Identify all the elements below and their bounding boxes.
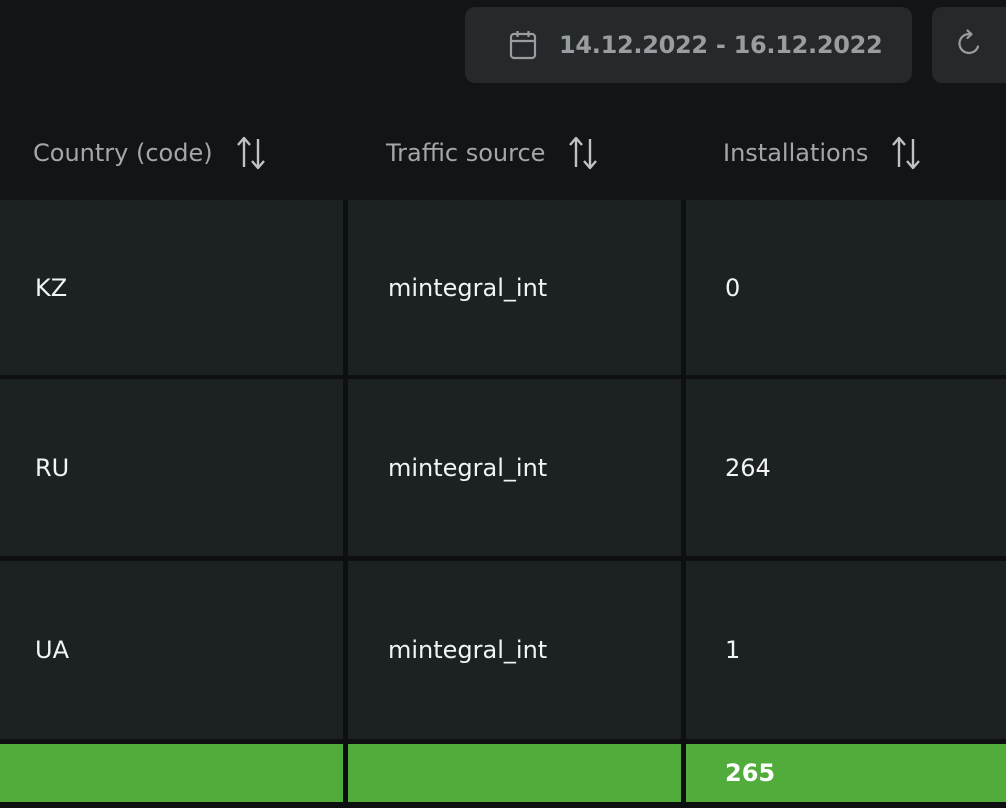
cell-traffic-source: mintegral_int bbox=[348, 561, 681, 739]
total-cell-country bbox=[0, 744, 343, 802]
cell-installations: 1 bbox=[686, 561, 1006, 739]
table-body: KZ mintegral_int 0 RU mintegral_int 264 … bbox=[0, 200, 1006, 808]
cell-country: UA bbox=[0, 561, 343, 739]
cell-country: KZ bbox=[0, 200, 343, 375]
total-installations: 265 bbox=[686, 744, 1006, 802]
cell-traffic-source: mintegral_int bbox=[348, 379, 681, 556]
toolbar: 14.12.2022 - 16.12.2022 bbox=[0, 0, 1006, 105]
sort-arrows-icon[interactable] bbox=[235, 135, 267, 171]
column-header-label: Traffic source bbox=[386, 138, 546, 167]
date-range-picker[interactable]: 14.12.2022 - 16.12.2022 bbox=[465, 7, 912, 83]
column-header-country[interactable]: Country (code) bbox=[33, 105, 267, 200]
cell-traffic-source: mintegral_int bbox=[348, 200, 681, 375]
refresh-button[interactable] bbox=[932, 7, 1006, 83]
cell-installations: 0 bbox=[686, 200, 1006, 375]
sort-arrows-icon[interactable] bbox=[890, 135, 922, 171]
column-header-label: Installations bbox=[723, 138, 869, 167]
table-header: Country (code) Traffic source Installati… bbox=[0, 105, 1006, 200]
calendar-icon bbox=[509, 30, 537, 60]
column-header-traffic-source[interactable]: Traffic source bbox=[386, 105, 599, 200]
sort-arrows-icon[interactable] bbox=[567, 135, 599, 171]
date-range-label: 14.12.2022 - 16.12.2022 bbox=[559, 31, 883, 59]
cell-installations: 264 bbox=[686, 379, 1006, 556]
column-header-installations[interactable]: Installations bbox=[723, 105, 922, 200]
total-cell-traffic-source bbox=[348, 744, 681, 802]
refresh-icon bbox=[956, 28, 984, 62]
column-header-label: Country (code) bbox=[33, 138, 213, 167]
cell-country: RU bbox=[0, 379, 343, 556]
